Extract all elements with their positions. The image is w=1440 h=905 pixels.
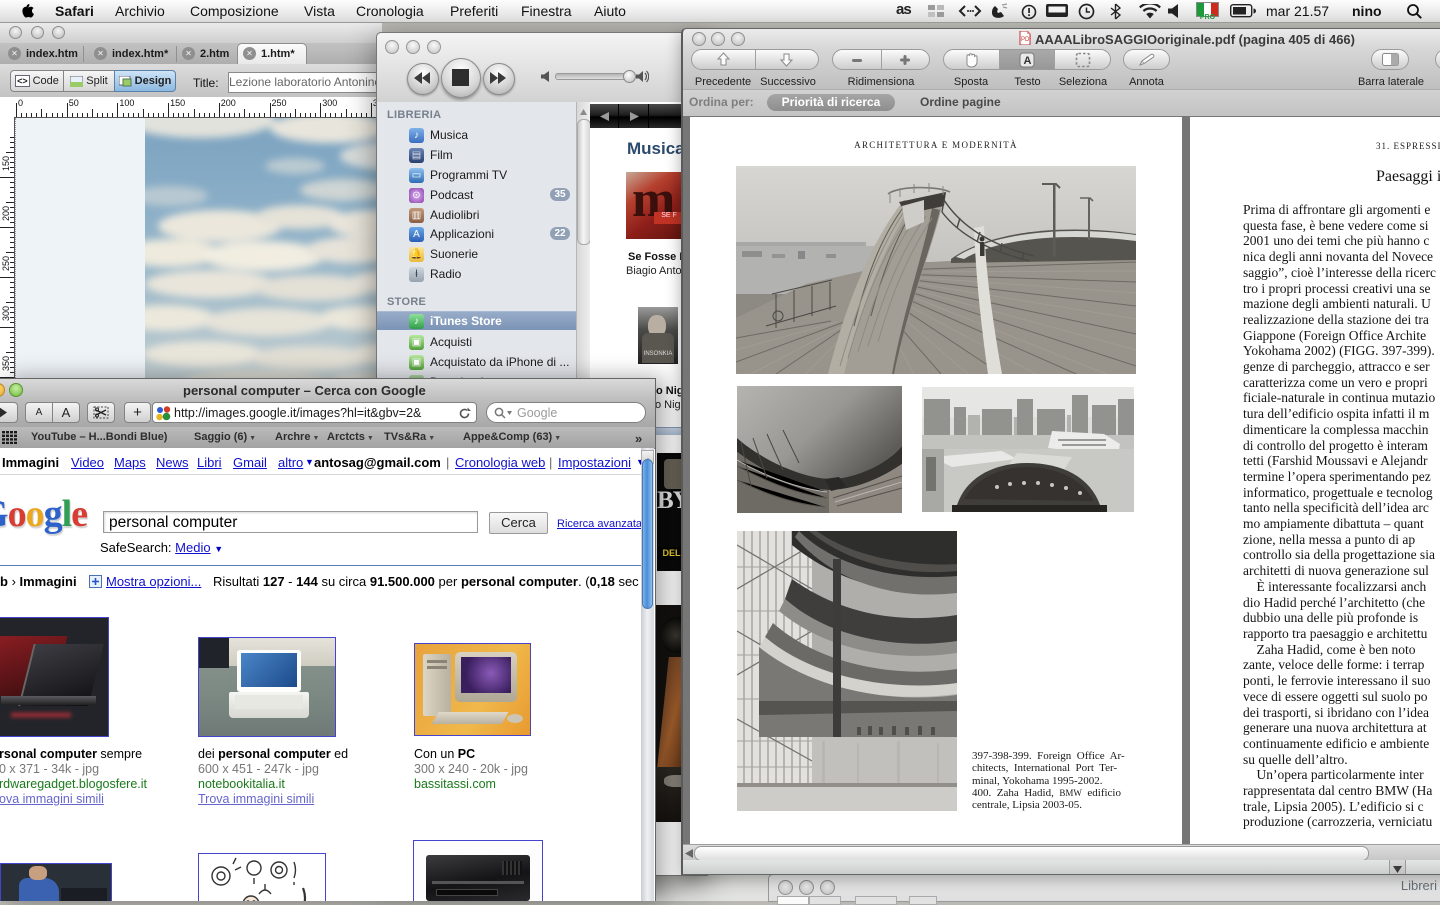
svg-text:PDF: PDF (1021, 37, 1031, 43)
svg-text:A: A (1024, 55, 1032, 67)
